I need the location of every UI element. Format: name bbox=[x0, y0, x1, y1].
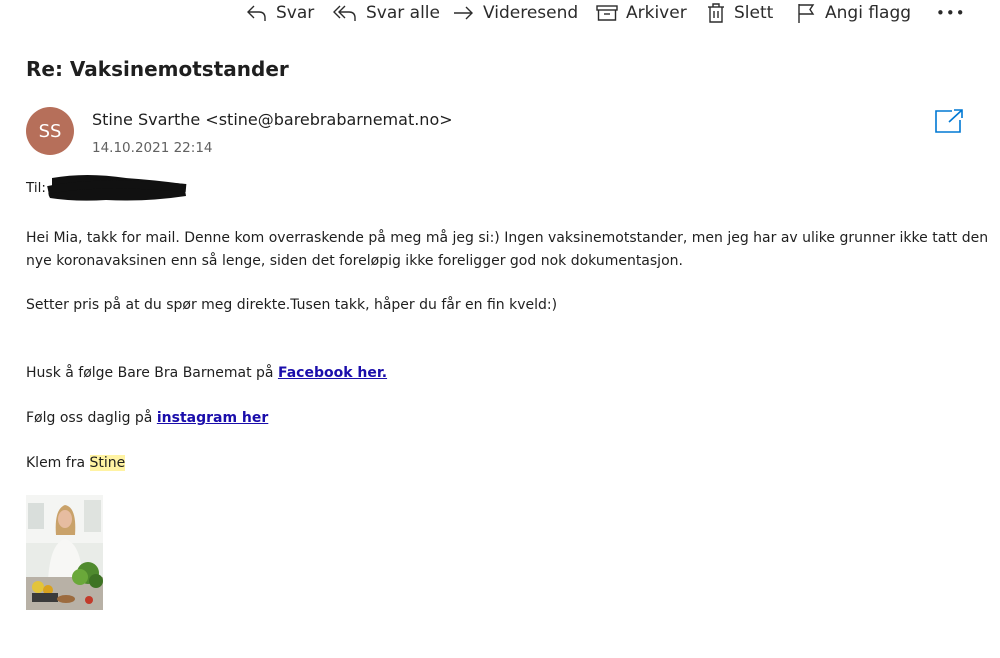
flag-icon bbox=[796, 2, 818, 24]
body-line-2: nye koronavaksinen enn så lenge, siden d… bbox=[26, 253, 683, 269]
avatar[interactable]: SS bbox=[26, 107, 74, 155]
instagram-prefix: Følg oss daglig på bbox=[26, 410, 157, 426]
reply-label: Svar bbox=[276, 3, 315, 23]
sender-name[interactable]: Stine Svarthe <stine@barebrabarnemat.no> bbox=[92, 110, 453, 129]
facebook-link[interactable]: Facebook her. bbox=[278, 365, 387, 381]
delete-button[interactable]: Slett bbox=[705, 0, 773, 26]
delete-icon bbox=[705, 2, 727, 24]
forward-button[interactable]: Videresend bbox=[452, 0, 578, 26]
redaction-scribble bbox=[47, 175, 187, 201]
delete-label: Slett bbox=[734, 3, 774, 23]
forward-label: Videresend bbox=[483, 3, 579, 23]
reply-button[interactable]: Svar bbox=[245, 0, 314, 26]
facebook-paragraph: Husk å følge Bare Bra Barnemat på Facebo… bbox=[26, 362, 387, 385]
reply-all-icon bbox=[333, 3, 359, 23]
message-subject: Re: Vaksinemotstander bbox=[26, 57, 289, 81]
archive-button[interactable]: Arkiver bbox=[595, 0, 687, 26]
to-label: Til: bbox=[26, 180, 46, 196]
body-line-3: Setter pris på at du spør meg direkte.Tu… bbox=[26, 297, 558, 313]
flag-button[interactable]: Angi flagg bbox=[796, 0, 911, 26]
signoff: Klem fra Stine bbox=[26, 452, 126, 475]
facebook-prefix: Husk å følge Bare Bra Barnemat på bbox=[26, 365, 278, 381]
flag-label: Angi flagg bbox=[825, 3, 912, 23]
popout-icon bbox=[934, 109, 964, 138]
forward-icon bbox=[452, 3, 476, 23]
message-toolbar: Svar Svar alle Videresend Arkiver Slett … bbox=[0, 0, 1000, 28]
reply-all-label: Svar alle bbox=[366, 3, 440, 23]
body-paragraph-1: Hei Mia, takk for mail. Denne kom overra… bbox=[26, 227, 988, 273]
message-date: 14.10.2021 22:14 bbox=[92, 140, 213, 156]
instagram-link[interactable]: instagram her bbox=[157, 410, 268, 426]
signature-photo bbox=[26, 495, 103, 610]
reply-icon bbox=[245, 3, 269, 23]
archive-label: Arkiver bbox=[626, 3, 687, 23]
reply-all-button[interactable]: Svar alle bbox=[333, 0, 440, 26]
signoff-prefix: Klem fra bbox=[26, 455, 90, 471]
body-line-1: Hei Mia, takk for mail. Denne kom overra… bbox=[26, 230, 989, 246]
instagram-paragraph: Følg oss daglig på instagram her bbox=[26, 407, 268, 430]
more-icon: ••• bbox=[936, 4, 966, 22]
avatar-initials: SS bbox=[38, 120, 62, 142]
more-button[interactable]: ••• bbox=[936, 0, 966, 26]
popout-button[interactable] bbox=[934, 108, 964, 134]
signoff-name: Stine bbox=[89, 455, 126, 471]
archive-icon bbox=[595, 3, 619, 23]
